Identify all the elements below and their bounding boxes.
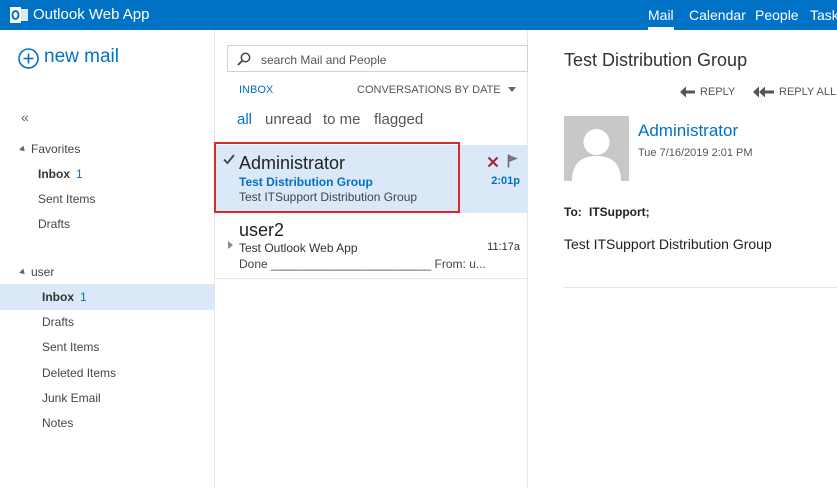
person-silhouette-icon — [572, 129, 621, 181]
flag-icon[interactable] — [507, 154, 519, 168]
sort-dropdown[interactable]: CONVERSATIONS BY DATE — [357, 84, 516, 96]
unread-count: 1 — [76, 167, 83, 181]
nav-people[interactable]: People — [755, 7, 799, 23]
folder-pane: new mail « Favorites Inbox 1 Sent Items … — [0, 30, 214, 488]
favorites-sent-items[interactable]: Sent Items — [0, 186, 214, 212]
message-body: Test ITSupport Distribution Group — [564, 236, 772, 252]
top-bar: Outlook Web App Mail Calendar People Tas… — [0, 0, 837, 30]
folder-label: Deleted Items — [42, 366, 117, 380]
folder-label: Inbox — [42, 290, 74, 304]
sort-label: CONVERSATIONS BY DATE — [357, 84, 501, 96]
filter-all[interactable]: all — [237, 111, 252, 128]
folder-label: Drafts — [38, 217, 71, 231]
message-preview: Test ITSupport Distribution Group — [239, 190, 418, 204]
user-header[interactable]: user — [19, 265, 55, 279]
folder-label: Sent Items — [42, 340, 100, 354]
avatar — [564, 116, 629, 181]
user-inbox[interactable]: Inbox 1 — [0, 284, 214, 310]
expand-triangle-icon — [19, 145, 27, 154]
search-placeholder: search Mail and People — [261, 53, 387, 67]
nav-tasks[interactable]: Task — [810, 7, 837, 23]
message-subject: Test Distribution Group — [239, 175, 373, 189]
folder-label: Drafts — [42, 315, 75, 329]
chevron-down-icon — [507, 87, 516, 92]
filter-unread[interactable]: unread — [265, 111, 312, 128]
unread-count: 1 — [80, 290, 87, 304]
sender-name-link[interactable]: Administrator — [638, 121, 738, 141]
favorites-header[interactable]: Favorites — [19, 142, 81, 156]
favorites-header-label: Favorites — [31, 142, 81, 156]
new-mail-label: new mail — [44, 46, 119, 67]
message-sender: user2 — [239, 220, 285, 240]
filter-to-me[interactable]: to me — [323, 111, 361, 128]
nav-mail[interactable]: Mail — [648, 7, 674, 23]
message-time: 11:17a — [487, 241, 520, 253]
user-deleted-items[interactable]: Deleted Items — [0, 360, 214, 386]
message-date: Tue 7/16/2019 2:01 PM — [638, 147, 753, 159]
current-folder-label: INBOX — [239, 84, 274, 96]
to-recipient[interactable]: ITSupport; — [589, 205, 650, 219]
user-junk-email[interactable]: Junk Email — [0, 385, 214, 411]
expand-triangle-icon — [19, 268, 27, 277]
reply-label: REPLY — [700, 86, 736, 98]
app-title: Outlook Web App — [33, 6, 150, 23]
message-subject: Test Outlook Web App — [239, 241, 358, 255]
folder-label: Inbox — [38, 167, 70, 181]
expand-conversation-icon[interactable] — [228, 241, 233, 249]
reading-pane: Test Distribution Group REPLY REPLY ALL … — [529, 30, 837, 488]
favorites-drafts[interactable]: Drafts — [0, 211, 214, 237]
reply-all-arrow-icon — [753, 86, 774, 98]
search-icon — [237, 52, 251, 66]
outlook-logo-icon — [10, 7, 28, 23]
message-preview: Done ________________________ From: u... — [239, 257, 486, 271]
message-item[interactable]: Administrator Test Distribution Group Te… — [215, 145, 528, 213]
message-sender: Administrator — [239, 153, 346, 173]
favorites-inbox[interactable]: Inbox 1 — [0, 161, 214, 187]
folder-label: Notes — [42, 416, 74, 430]
message-subject-heading: Test Distribution Group — [564, 50, 748, 70]
nav-calendar[interactable]: Calendar — [689, 7, 746, 23]
delete-x-icon[interactable] — [487, 156, 499, 168]
filter-flagged[interactable]: flagged — [374, 111, 423, 128]
folder-label: Sent Items — [38, 192, 96, 206]
reply-button[interactable]: REPLY — [680, 86, 735, 98]
folder-label: Junk Email — [42, 391, 101, 405]
message-item[interactable]: user2 Test Outlook Web App Done ________… — [215, 214, 528, 279]
message-time: 2:01p — [491, 175, 520, 187]
search-input[interactable]: search Mail and People — [227, 45, 528, 72]
user-sent-items[interactable]: Sent Items — [0, 334, 214, 360]
user-drafts[interactable]: Drafts — [0, 309, 214, 335]
collapse-pane-button[interactable]: « — [21, 109, 29, 125]
reply-all-button[interactable]: REPLY ALL — [753, 86, 836, 98]
to-label: To: — [564, 205, 582, 219]
message-list-pane: search Mail and People INBOX CONVERSATIO… — [214, 30, 528, 488]
reply-all-label: REPLY ALL — [779, 86, 837, 98]
divider — [564, 287, 837, 288]
plus-circle-icon — [18, 48, 39, 69]
checkmark-icon[interactable] — [223, 153, 235, 165]
user-notes[interactable]: Notes — [0, 410, 214, 436]
user-header-label: user — [31, 265, 55, 279]
reply-arrow-icon — [680, 86, 695, 98]
